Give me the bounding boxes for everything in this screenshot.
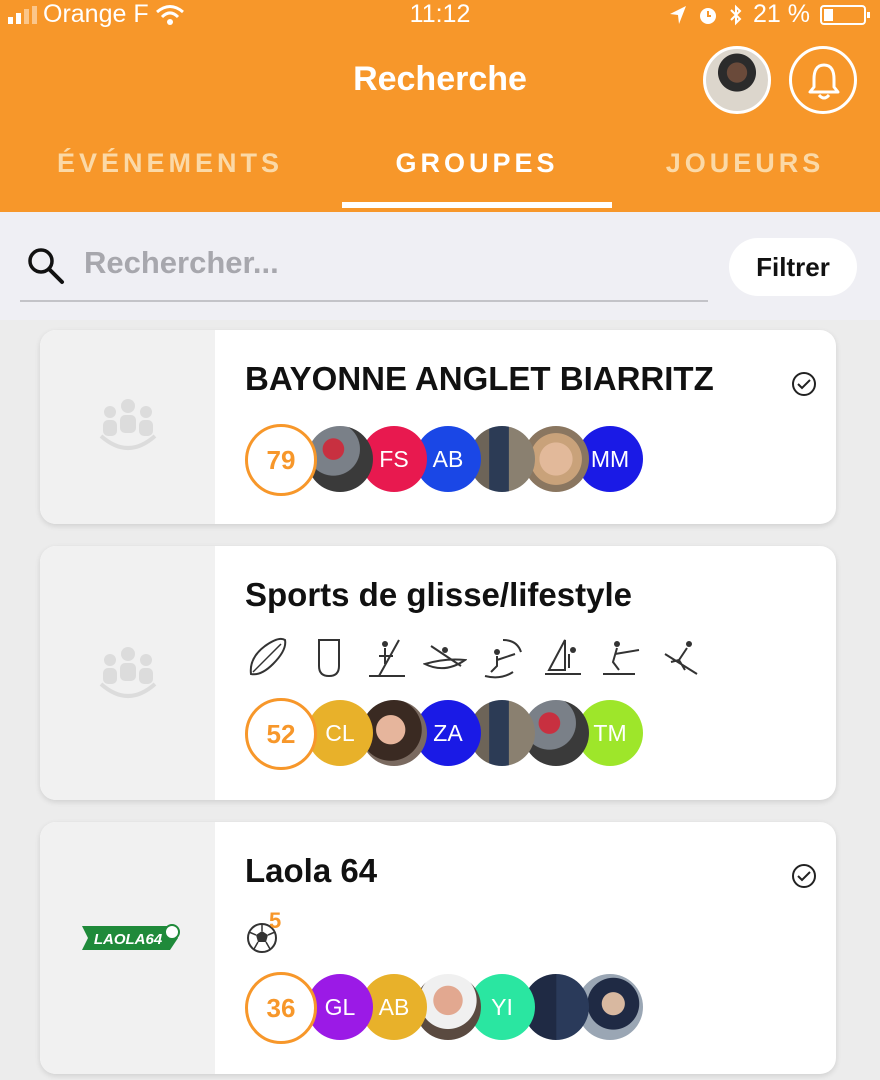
status-bar: Orange F 11:12 21 % bbox=[0, 0, 880, 32]
search-input[interactable] bbox=[84, 240, 684, 286]
windsurf-icon bbox=[545, 639, 581, 675]
search-icon bbox=[28, 248, 64, 284]
bell-icon bbox=[808, 63, 840, 100]
group-thumbnail: LAOLA64 bbox=[40, 822, 215, 1074]
snowboard-icon bbox=[664, 641, 698, 675]
tab-evenements[interactable]: ÉVÉNEMENTS bbox=[45, 148, 295, 179]
member-count: 79 bbox=[245, 424, 317, 496]
location-icon bbox=[670, 5, 687, 24]
member-count: 52 bbox=[245, 698, 317, 770]
bodyboard-icon bbox=[318, 639, 340, 678]
search-underline bbox=[20, 300, 708, 302]
notifications-button[interactable] bbox=[789, 46, 857, 114]
joined-check-icon bbox=[792, 864, 816, 888]
group-name: Laola 64 bbox=[245, 852, 378, 889]
kayak-icon bbox=[423, 645, 467, 670]
tab-groupes[interactable]: GROUPES bbox=[342, 148, 612, 179]
app-header: Orange F 11:12 21 % Recherche ÉVÉNEMENTS… bbox=[0, 0, 880, 212]
battery-percentage: 21 % bbox=[753, 0, 810, 28]
group-name: BAYONNE ANGLET BIARRITZ bbox=[245, 360, 714, 397]
group-card[interactable]: LAOLA64 Laola 64 5 36 GL AB YI bbox=[40, 822, 836, 1074]
profile-avatar[interactable] bbox=[703, 46, 771, 114]
wakeboard-icon bbox=[603, 641, 640, 675]
group-thumbnail bbox=[40, 546, 215, 800]
joined-check-icon bbox=[792, 372, 816, 396]
battery-icon bbox=[820, 4, 870, 25]
filter-button[interactable]: Filtrer bbox=[729, 238, 857, 296]
sport-badge: 5 bbox=[245, 908, 293, 958]
tab-joueurs[interactable]: JOUEURS bbox=[655, 148, 835, 179]
active-tab-indicator bbox=[342, 202, 612, 208]
member-count: 36 bbox=[245, 972, 317, 1044]
sport-count: 5 bbox=[269, 908, 282, 933]
bluetooth-icon bbox=[730, 4, 742, 25]
group-card[interactable]: Sports de glisse/lifestyle 52 CL ZA TM bbox=[40, 546, 836, 800]
group-thumbnail bbox=[40, 330, 215, 524]
laola64-logo: LAOLA64 bbox=[82, 924, 180, 950]
group-icon bbox=[99, 399, 157, 450]
alarm-icon bbox=[700, 7, 717, 24]
group-icon bbox=[99, 647, 157, 698]
group-name: Sports de glisse/lifestyle bbox=[245, 576, 632, 613]
svg-text:LAOLA64: LAOLA64 bbox=[94, 931, 163, 948]
paddle-icon bbox=[369, 639, 405, 677]
surf-icon bbox=[249, 637, 287, 676]
tab-bar: ÉVÉNEMENTS GROUPES JOUEURS bbox=[0, 140, 880, 212]
group-card[interactable]: BAYONNE ANGLET BIARRITZ 79 FS AB MM bbox=[40, 330, 836, 524]
kitesurf-icon bbox=[484, 639, 522, 679]
